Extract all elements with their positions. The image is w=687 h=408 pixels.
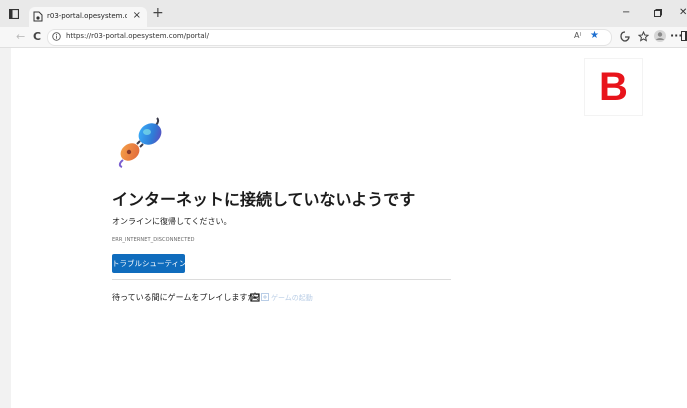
badge-letter: B: [599, 65, 628, 109]
tab-actions-icon[interactable]: [9, 9, 19, 19]
favorites-icon[interactable]: [638, 31, 649, 42]
sidebar-toggle-icon[interactable]: [681, 31, 687, 41]
tab-strip: r03-portal.opesystem.com × + − ✕: [0, 0, 687, 27]
minimize-icon[interactable]: −: [622, 7, 630, 19]
refresh-icon[interactable]: C: [33, 30, 41, 43]
error-code: ERR_INTERNET_DISCONNECTED: [112, 237, 195, 243]
tab-close-icon[interactable]: ×: [133, 10, 141, 22]
back-icon[interactable]: ←: [16, 30, 25, 43]
game-prompt: 待っている間にゲームをプレイしますか?: [112, 293, 260, 302]
browser-tab[interactable]: r03-portal.opesystem.com ×: [29, 7, 147, 27]
content-divider: [112, 279, 451, 280]
maximize-icon[interactable]: [654, 7, 662, 21]
favorite-star-icon[interactable]: ★: [590, 30, 599, 41]
browser-essentials-icon[interactable]: [620, 31, 630, 42]
troubleshoot-button[interactable]: トラブルシューティング: [112, 254, 194, 273]
error-headline: インターネットに接続していないようです: [112, 190, 416, 209]
tab-title: r03-portal.opesystem.com: [47, 12, 127, 20]
game-launch-link[interactable]: ゲームの起動: [271, 293, 313, 303]
error-subtext: オンラインに復帰してください。: [112, 217, 232, 226]
address-url[interactable]: https://r03-portal.opesystem.com/portal/: [66, 32, 209, 40]
label-badge: B: [585, 59, 642, 115]
game-controller-icon: [250, 292, 260, 302]
page-favicon-icon: [33, 11, 43, 22]
browser-toolbar: ← C https://r03-portal.opesystem.com/por…: [0, 27, 687, 48]
read-aloud-icon[interactable]: A⁾: [574, 31, 581, 40]
address-bar[interactable]: https://r03-portal.opesystem.com/portal/…: [47, 29, 612, 46]
new-tab-icon[interactable]: +: [152, 6, 164, 20]
site-info-icon[interactable]: [52, 32, 61, 41]
side-panel-edge: [0, 48, 11, 408]
profile-avatar-icon[interactable]: [654, 29, 666, 43]
window-close-icon[interactable]: ✕: [679, 7, 687, 19]
disconnected-plug-icon: [118, 117, 162, 168]
game-launch-icon[interactable]: [261, 293, 269, 301]
